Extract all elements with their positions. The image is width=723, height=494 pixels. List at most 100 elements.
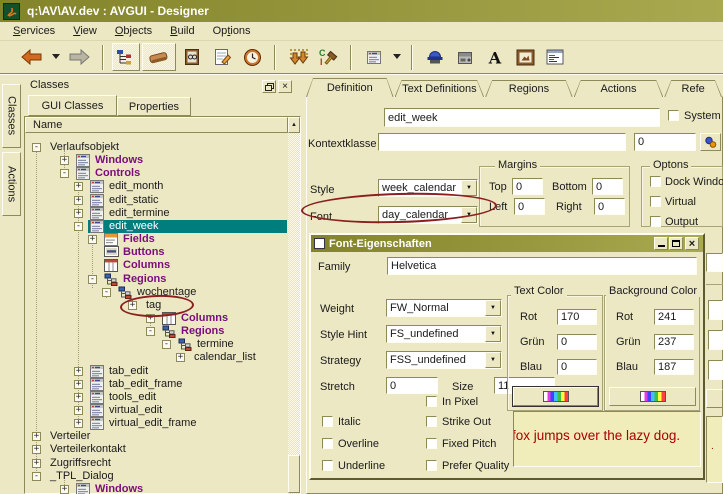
titlebar[interactable]: q:\AV\AV.dev : AVGUI - Designer [0,0,723,22]
expand-plus-icon[interactable]: + [88,235,97,244]
expand-plus-icon[interactable]: + [32,432,41,441]
in-pixel-checkbox[interactable] [426,396,437,407]
tree-scrollbar-track[interactable] [288,133,300,494]
edit-notes-button[interactable] [208,43,236,71]
system-checkbox[interactable] [668,110,679,121]
menu-item-view[interactable]: View [64,23,106,39]
tree-item-buttons[interactable]: Buttons [25,246,287,259]
expand-plus-icon[interactable]: + [74,196,83,205]
expand-plus-icon[interactable]: + [60,156,69,165]
checkbox-virtual[interactable] [650,196,661,207]
tree-item-tab-edit-frame[interactable]: +tab_edit_frame [25,378,287,391]
covered-field[interactable] [708,360,723,380]
maximize-icon[interactable] [669,237,683,250]
forward-button[interactable] [64,43,94,71]
covered-button[interactable] [706,389,723,408]
expand-plus-icon[interactable]: + [74,393,83,402]
tree-item-fields[interactable]: +Fields [25,233,287,246]
panel-restore-button[interactable] [262,80,276,93]
dock-tab-actions[interactable]: Actions [2,152,21,216]
family-field[interactable]: Helvetica [387,257,697,275]
tab-text-definitions[interactable]: Text Definitions [395,80,485,97]
tab-definition[interactable]: Definition [306,78,394,97]
tree-item-windows[interactable]: +Windows [25,154,287,167]
text-color-picker-button[interactable] [513,387,598,406]
tab-refe[interactable]: Refe [664,80,722,97]
library-button[interactable] [178,43,206,71]
tree-item-calendar-list[interactable]: +calendar_list [25,351,287,364]
background-color-blau-field[interactable]: 187 [654,359,694,375]
tree-item-regions[interactable]: -Regions [25,273,287,286]
tree-scrollbar-thumb[interactable] [288,455,300,493]
back-history-dropdown[interactable] [49,43,62,71]
expand-plus-icon[interactable]: + [32,459,41,468]
style-hint-combobox[interactable]: FS_undefined▼ [386,325,502,343]
text-color-blau-field[interactable]: 0 [557,359,597,375]
panel-close-icon[interactable]: × [278,80,292,93]
tree-item-virtual-edit[interactable]: +virtual_edit [25,404,287,417]
menu-item-build[interactable]: Build [161,23,203,39]
text-color-gr-n-field[interactable]: 0 [557,334,597,350]
covered-field[interactable] [708,330,723,350]
menu-item-options[interactable]: Options [204,23,260,39]
collapse-minus-icon[interactable]: - [60,169,69,178]
text-color-rot-field[interactable]: 170 [557,309,597,325]
font-dialog-titlebar[interactable]: Font-Eigenschaften [311,235,703,252]
kontext-number-field[interactable]: 0 [634,133,696,151]
tree-item-edit-week[interactable]: -edit_week [25,220,287,233]
tree-column-header[interactable]: Name [25,117,288,133]
checkbox-prefer-quality[interactable] [426,460,437,471]
tree-item-tpl-dialog[interactable]: -_TPL_Dialog [25,470,287,483]
import-button[interactable] [284,43,312,71]
tree-item-termine[interactable]: -termine [25,338,287,351]
tree-item-edit-termine[interactable]: +edit_termine [25,207,287,220]
tree-item-edit-static[interactable]: +edit_static [25,194,287,207]
history-button[interactable] [238,43,266,71]
expand-plus-icon[interactable]: + [74,406,83,415]
compile-button[interactable]: CI [314,43,342,71]
collapse-minus-icon[interactable]: - [32,472,41,481]
kontextklasse-field[interactable] [378,133,626,151]
stretch-field[interactable]: 0 [386,377,438,394]
combo-arrow-icon[interactable]: ▼ [485,352,501,368]
tree-item-regions[interactable]: -Regions [25,325,287,338]
tree-item-columns[interactable]: Columns [25,259,287,272]
menu-item-services[interactable]: Services [4,23,64,39]
background-color-rot-field[interactable]: 241 [654,309,694,325]
tree-item-zugriffsrecht[interactable]: +Zugriffsrecht [25,457,287,470]
tree-item-virtual-edit-frame[interactable]: +virtual_edit_frame [25,417,287,430]
tree-item-controls[interactable]: -Controls [25,167,287,180]
expand-plus-icon[interactable]: + [74,209,83,218]
close-icon[interactable]: × [685,237,699,250]
checkbox-fixed-pitch[interactable] [426,438,437,449]
margin-bottom-field[interactable]: 0 [592,178,623,195]
expand-plus-icon[interactable]: + [74,419,83,428]
eraser-toggle[interactable] [142,43,176,71]
combo-arrow-icon[interactable]: ▼ [485,326,501,342]
tree-item-tab-edit[interactable]: +tab_edit [25,365,287,378]
cartridge-button[interactable] [451,43,479,71]
background-color-gr-n-field[interactable]: 237 [654,334,694,350]
margin-left-field[interactable]: 0 [514,198,545,215]
background-color-picker-button[interactable] [609,387,696,406]
checkbox-strike-out[interactable] [426,416,437,427]
expand-plus-icon[interactable]: + [60,485,69,494]
back-button[interactable] [17,43,47,71]
stamp-button[interactable] [421,43,449,71]
collapse-minus-icon[interactable]: - [88,275,97,284]
margin-top-field[interactable]: 0 [512,178,543,195]
collapse-minus-icon[interactable]: - [74,222,83,231]
collapse-minus-icon[interactable]: - [162,340,171,349]
tree-item-edit-month[interactable]: +edit_month [25,180,287,193]
weight-combobox[interactable]: FW_Normal▼ [386,299,502,317]
code-window-button[interactable] [541,43,569,71]
tab-properties[interactable]: Properties [117,97,191,116]
expand-plus-icon[interactable]: + [74,182,83,191]
tree-item-verteiler[interactable]: +Verteiler [25,430,287,443]
scroll-up-icon[interactable]: ▲ [288,117,300,133]
kontext-lookup-button[interactable] [700,133,721,151]
tab-actions[interactable]: Actions [574,80,664,97]
tab-gui-classes[interactable]: GUI Classes [28,95,117,116]
collapse-minus-icon[interactable]: - [146,327,155,336]
expand-plus-icon[interactable]: + [74,367,83,376]
